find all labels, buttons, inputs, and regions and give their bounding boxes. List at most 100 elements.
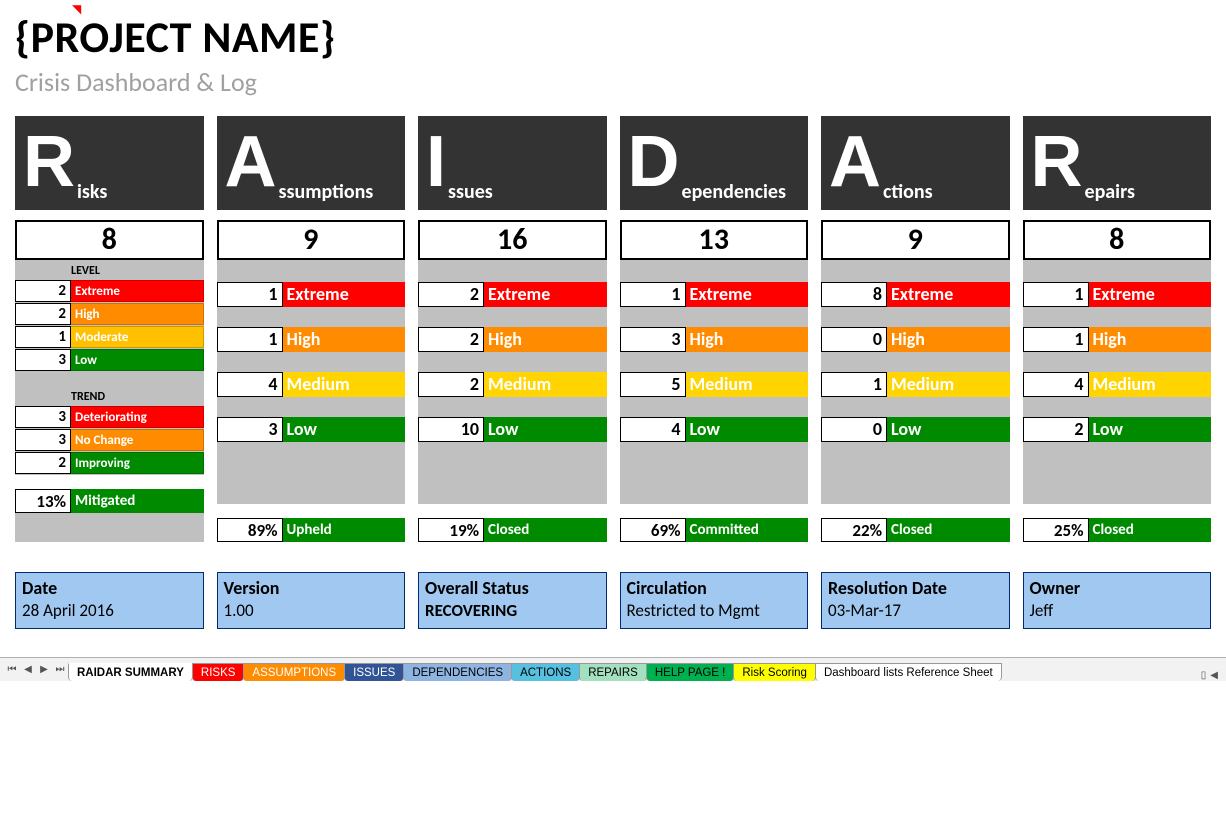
level-label: Low [71, 349, 204, 371]
level-label: Medium [887, 372, 1010, 397]
percent-value: 25% [1023, 518, 1089, 542]
level-count: 8 [821, 282, 887, 307]
percent-label: Closed [1089, 518, 1212, 542]
info-box-version: Version1.00 [217, 572, 406, 629]
sheet-tab-risks[interactable]: RISKS [192, 663, 245, 681]
sheet-tab-dependencies[interactable]: DEPENDENCIES [403, 663, 512, 681]
level-label: High [686, 327, 809, 352]
sheet-tab-raidar-summary[interactable]: RAIDAR SUMMARY [68, 663, 193, 681]
level-row: 1Medium [821, 372, 1010, 397]
raidar-column-actions: Actions98Extreme0High1Medium0Low22%Close… [821, 116, 1010, 542]
level-count: 4 [620, 417, 686, 442]
level-row: 4Medium [217, 372, 406, 397]
info-box-circulation: CirculationRestricted to Mgmt [620, 572, 809, 629]
tab-nav-next-icon[interactable]: ▶ [36, 659, 52, 681]
percent-row: 19%Closed [418, 516, 607, 542]
column-header: Risks [15, 116, 204, 210]
count-value: 8 [15, 220, 204, 260]
column-header: Actions [821, 116, 1010, 210]
info-label: Resolution Date [828, 577, 1003, 600]
info-box-owner: OwnerJeff [1023, 572, 1212, 629]
raidar-column-issues: Issues162Extreme2High2Medium10Low19%Clos… [418, 116, 607, 542]
level-label: Extreme [484, 282, 607, 307]
header-word: ctions [883, 180, 933, 210]
info-box-overall-status: Overall StatusRECOVERING [418, 572, 607, 629]
header-word: ssumptions [279, 180, 374, 210]
tab-scroll-divider-icon[interactable]: ▯ [1201, 670, 1207, 681]
level-label: Medium [484, 372, 607, 397]
page-subtitle: Crisis Dashboard & Log [15, 66, 1211, 98]
info-value: 28 April 2016 [22, 600, 197, 622]
level-label: Medium [283, 372, 406, 397]
level-count: 2 [1023, 417, 1089, 442]
level-label: Extreme [686, 282, 809, 307]
level-row: 5Medium [620, 372, 809, 397]
raidar-column-dependencies: Dependencies131Extreme3High5Medium4Low69… [620, 116, 809, 542]
level-row: 1Extreme [217, 282, 406, 307]
sheet-tab-help-page-[interactable]: HELP PAGE ! [646, 663, 735, 681]
level-row: 1Extreme [620, 282, 809, 307]
level-count: 4 [1023, 372, 1089, 397]
level-count: 2 [418, 327, 484, 352]
level-row: 2Low [1023, 417, 1212, 442]
raidar-column-repairs: Repairs81Extreme1High4Medium2Low25%Close… [1023, 116, 1212, 542]
percent-row: 25%Closed [1023, 516, 1212, 542]
level-row: 1High [1023, 327, 1212, 352]
level-row: 2Medium [418, 372, 607, 397]
info-value: RECOVERING [425, 600, 600, 622]
percent-value: 69% [620, 518, 686, 542]
page-title: {PROJECT NAME} [15, 10, 1211, 64]
percent-label: Upheld [283, 518, 406, 542]
level-count: 3 [217, 417, 283, 442]
level-row: 4Low [620, 417, 809, 442]
percent-row: 69%Committed [620, 516, 809, 542]
column-header: Dependencies [620, 116, 809, 210]
header-word: ependencies [682, 180, 786, 210]
info-label: Date [22, 577, 197, 600]
trend-label: No Change [71, 429, 204, 451]
info-box-resolution-date: Resolution Date03-Mar-17 [821, 572, 1010, 629]
level-row: 1High [217, 327, 406, 352]
trend-count: 2 [15, 452, 71, 474]
level-label: High [283, 327, 406, 352]
level-label: Low [887, 417, 1010, 442]
column-header: Assumptions [217, 116, 406, 210]
level-label: Low [484, 417, 607, 442]
level-count: 2 [418, 282, 484, 307]
level-count: 1 [217, 327, 283, 352]
header-letter: R [1031, 126, 1083, 198]
percent-value: 13% [15, 489, 71, 513]
trend-row: 3No Change [15, 429, 204, 451]
percent-value: 22% [821, 518, 887, 542]
info-label: Owner [1030, 577, 1205, 600]
sheet-tab-risk-scoring[interactable]: Risk Scoring [733, 663, 816, 681]
level-row: 4Medium [1023, 372, 1212, 397]
level-label: Extreme [283, 282, 406, 307]
sheet-tab-repairs[interactable]: REPAIRS [579, 663, 647, 681]
level-row: 0Low [821, 417, 1010, 442]
sheet-tab-issues[interactable]: ISSUES [344, 663, 404, 681]
level-row: 8Extreme [821, 282, 1010, 307]
tab-nav-last-icon[interactable]: ⏭ [52, 659, 68, 681]
count-value: 13 [620, 220, 809, 260]
sheet-tab-dashboard-lists-reference-sheet[interactable]: Dashboard lists Reference Sheet [815, 663, 1002, 681]
tab-scroll-left-icon[interactable]: ◀ [1210, 670, 1218, 681]
level-label: Low [1089, 417, 1212, 442]
level-label: Extreme [1089, 282, 1212, 307]
sheet-tab-assumptions[interactable]: ASSUMPTIONS [243, 663, 345, 681]
level-label: High [1089, 327, 1212, 352]
info-value: Restricted to Mgmt [627, 600, 802, 622]
level-count: 3 [15, 349, 71, 371]
comment-indicator-icon: ◥ [72, 2, 81, 17]
sheet-tab-actions[interactable]: ACTIONS [511, 663, 580, 681]
level-label: Extreme [71, 280, 204, 302]
tab-nav-prev-icon[interactable]: ◀ [20, 659, 36, 681]
info-value: 03-Mar-17 [828, 600, 1003, 622]
info-label: Circulation [627, 577, 802, 600]
tab-nav-first-icon[interactable]: ⏮ [4, 659, 20, 681]
percent-label: Committed [686, 518, 809, 542]
level-row: 2High [15, 303, 204, 325]
info-label: Version [224, 577, 399, 600]
level-count: 1 [821, 372, 887, 397]
level-label: Medium [686, 372, 809, 397]
